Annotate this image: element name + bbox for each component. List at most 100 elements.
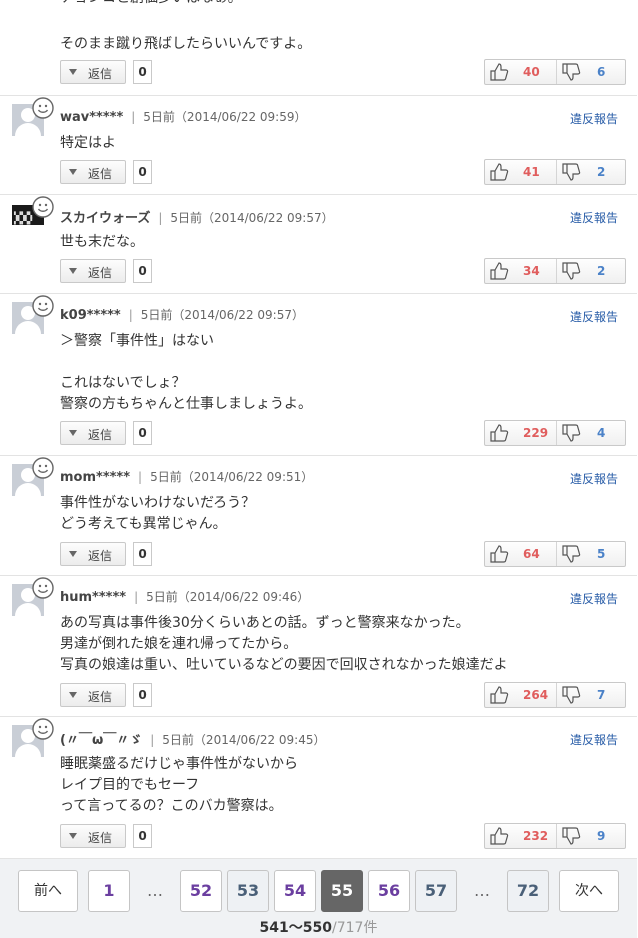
reply-button[interactable]: 返信 [60,683,126,707]
comment-item: k09***** | 5日前（2014/06/22 09:57） 違反報告 ＞警察「… [0,293,637,455]
separator: | [134,590,139,604]
page-button-1[interactable]: 1 [88,870,130,912]
reply-button[interactable]: 返信 [60,542,126,566]
separator: | [138,470,143,484]
chevron-down-icon [69,169,77,175]
like-button[interactable]: 232 [485,824,555,848]
comment-meta: k09***** | 5日前（2014/06/22 09:57） [60,306,304,323]
dislike-button[interactable]: 9 [556,824,627,848]
like-button[interactable]: 34 [485,259,555,283]
like-count: 64 [523,547,540,561]
thumbs-down-icon [562,63,581,81]
like-count: 40 [523,65,540,79]
dislike-count: 6 [597,65,606,79]
reply-count: 0 [133,160,152,184]
page-button-52[interactable]: 52 [180,870,222,912]
like-button[interactable]: 64 [485,542,555,566]
like-count: 229 [523,426,549,440]
timestamp: 5日前（2014/06/22 09:51） [150,470,314,484]
next-page-button[interactable]: 次へ [559,870,619,912]
thumbs-down-icon [562,424,581,442]
username[interactable]: hum***** [60,590,126,605]
like-button[interactable]: 229 [485,421,555,445]
timestamp: 5日前（2014/06/22 09:45） [162,733,326,747]
like-count: 41 [523,165,540,179]
dislike-button[interactable]: 7 [556,683,627,707]
comment-body: あの写真は事件後30分くらいあとの話。ずっと警察来なかった。 男達が倒れた娘を連… [60,615,508,673]
report-link[interactable]: 違反報告 [570,590,618,607]
comment-item: wav***** | 5日前（2014/06/22 09:59） 違反報告 特定はよ… [0,95,637,194]
pagination-ellipsis: … [147,881,163,900]
reply-count: 0 [133,421,152,445]
smiley-icon[interactable] [32,457,54,479]
like-count: 34 [523,264,540,278]
like-button[interactable]: 40 [485,60,555,84]
thumbs-up-icon [490,686,509,704]
chevron-down-icon [69,692,77,698]
vote-box: 34 2 [484,258,626,284]
thumbs-down-icon [562,545,581,563]
smiley-icon[interactable] [32,577,54,599]
timestamp: 5日前（2014/06/22 09:57） [140,308,304,322]
dislike-count: 4 [597,426,606,440]
like-count: 232 [523,829,549,843]
chevron-down-icon [69,833,77,839]
separator: | [150,733,155,747]
thumbs-down-icon [562,686,581,704]
page-button-56[interactable]: 56 [368,870,410,912]
reply-button[interactable]: 返信 [60,824,126,848]
smiley-icon[interactable] [32,196,54,218]
page-button-current[interactable]: 55 [321,870,363,912]
like-count: 264 [523,688,549,702]
smiley-icon[interactable] [32,295,54,317]
username[interactable]: mom***** [60,470,130,485]
comment-partial: チョンコと創価多いはなぁ。 そのまま蹴り飛ばしたらいいんですよ。 返信 0 40… [0,0,637,95]
dislike-button[interactable]: 2 [556,160,627,184]
comment-body: 世も末だな。 [60,234,144,250]
report-link[interactable]: 違反報告 [570,470,618,487]
thumbs-up-icon [490,262,509,280]
report-link[interactable]: 違反報告 [570,731,618,748]
dislike-button[interactable]: 4 [556,421,627,445]
like-button[interactable]: 41 [485,160,555,184]
reply-label: 返信 [88,549,113,563]
comment-meta: wav***** | 5日前（2014/06/22 09:59） [60,108,307,125]
reply-button[interactable]: 返信 [60,60,126,84]
report-link[interactable]: 違反報告 [570,110,618,127]
reply-label: 返信 [88,690,113,704]
report-link[interactable]: 違反報告 [570,308,618,325]
username[interactable]: k09***** [60,308,121,323]
dislike-count: 9 [597,829,606,843]
page-button-53[interactable]: 53 [227,870,269,912]
thumbs-down-icon [562,262,581,280]
smiley-icon[interactable] [32,97,54,119]
reply-button[interactable]: 返信 [60,259,126,283]
prev-page-button[interactable]: 前へ [18,870,78,912]
reply-button[interactable]: 返信 [60,160,126,184]
page-button-54[interactable]: 54 [274,870,316,912]
comment-meta: スカイウォーズ | 5日前（2014/06/22 09:57） [60,207,334,226]
reply-count: 0 [133,60,152,84]
result-count: 541～550/717件 [0,917,637,937]
dislike-button[interactable]: 6 [556,60,627,84]
separator: | [131,110,136,124]
chevron-down-icon [69,268,77,274]
username[interactable]: スカイウォーズ [60,211,150,226]
like-button[interactable]: 264 [485,683,555,707]
dislike-button[interactable]: 5 [556,542,627,566]
pagination-ellipsis: … [474,881,490,900]
pagination: 前へ 1 … 52 53 54 55 56 57 … 72 次へ 541～550… [0,858,637,938]
reply-count: 0 [133,824,152,848]
reply-button[interactable]: 返信 [60,421,126,445]
smiley-icon[interactable] [32,718,54,740]
comment-item: hum***** | 5日前（2014/06/22 09:46） 違反報告 あの写真… [0,575,637,716]
dislike-button[interactable]: 2 [556,259,627,283]
username[interactable]: wav***** [60,110,123,125]
report-link[interactable]: 違反報告 [570,209,618,226]
timestamp: 5日前（2014/06/22 09:46） [146,590,310,604]
page-button-72[interactable]: 72 [507,870,549,912]
separator: | [128,308,133,322]
result-total: /717件 [332,920,378,936]
page-button-57[interactable]: 57 [415,870,457,912]
username[interactable]: (〃￣ω￣〃ゞ [60,733,142,748]
